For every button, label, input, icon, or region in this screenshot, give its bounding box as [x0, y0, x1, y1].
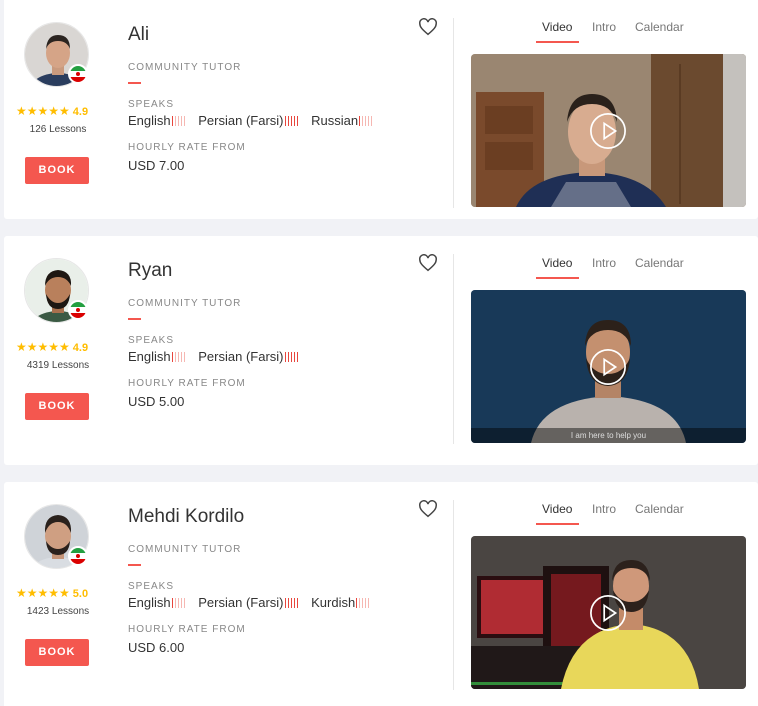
- divider: [453, 500, 454, 690]
- language-item: English: [128, 595, 187, 610]
- video-thumbnail[interactable]: [471, 54, 746, 207]
- video-thumbnail[interactable]: [471, 536, 746, 689]
- iran-flag-icon: [68, 64, 88, 84]
- active-tab-indicator: [536, 277, 579, 279]
- language-level-icon: [284, 596, 300, 608]
- rating: ★★★★★ 4.9: [16, 340, 100, 354]
- speaks-label: SPEAKS: [128, 335, 175, 346]
- language-item: English: [128, 349, 187, 364]
- play-icon: [590, 595, 626, 631]
- divider: [453, 18, 454, 208]
- language-name: Persian (Farsi): [198, 595, 284, 610]
- languages-list: English Persian (Farsi) Russian: [128, 113, 382, 128]
- language-level-icon: [284, 114, 300, 126]
- active-tab-indicator: [536, 41, 579, 43]
- language-item: English: [128, 113, 187, 128]
- iran-flag-icon: [68, 300, 88, 320]
- divider: [453, 254, 454, 444]
- lessons-count: 1423 Lessons: [26, 606, 90, 617]
- hourly-rate-label: HOURLY RATE FROM: [128, 624, 246, 635]
- language-item: Persian (Farsi): [198, 349, 299, 364]
- language-name: Persian (Farsi): [198, 349, 284, 364]
- rating-value: 4.9: [72, 342, 89, 354]
- heart-icon[interactable]: [418, 254, 438, 272]
- play-icon: [590, 349, 626, 385]
- language-level-icon: [359, 114, 374, 126]
- rating: ★★★★★ 5.0: [16, 586, 100, 600]
- rating-value: 5.0: [72, 588, 89, 600]
- tab-video[interactable]: Video: [542, 502, 572, 516]
- lessons-count: 126 Lessons: [29, 124, 87, 135]
- language-level-icon: [356, 596, 371, 608]
- rating-value: 4.9: [72, 106, 89, 118]
- book-button[interactable]: BOOK: [25, 393, 89, 420]
- hourly-rate: USD 5.00: [128, 394, 185, 409]
- language-name: English: [128, 595, 171, 610]
- hourly-rate: USD 6.00: [128, 640, 185, 655]
- languages-list: English Persian (Farsi): [128, 349, 308, 364]
- tab-calendar[interactable]: Calendar: [635, 502, 684, 516]
- tutor-role: COMMUNITY TUTOR: [128, 62, 242, 73]
- language-name: English: [128, 113, 171, 128]
- tutor-card: ★★★★★ 5.0 1423 Lessons BOOK Mehdi Kordilo…: [4, 482, 758, 706]
- video-caption: I am here to help you: [471, 428, 746, 443]
- star-rating-icons: ★★★★★: [16, 340, 70, 354]
- star-rating-icons: ★★★★★: [16, 104, 70, 118]
- iran-flag-icon: [68, 546, 88, 566]
- rating: ★★★★★ 4.9: [16, 104, 100, 118]
- language-level-icon: [171, 114, 187, 126]
- tab-calendar[interactable]: Calendar: [635, 256, 684, 270]
- book-button[interactable]: BOOK: [25, 157, 89, 184]
- book-button[interactable]: BOOK: [25, 639, 89, 666]
- language-item: Persian (Farsi): [198, 595, 299, 610]
- language-level-icon: [171, 350, 187, 362]
- language-item: Kurdish: [311, 595, 371, 610]
- tutor-name[interactable]: Ryan: [128, 260, 172, 282]
- heart-icon[interactable]: [418, 500, 438, 518]
- tab-calendar[interactable]: Calendar: [635, 20, 684, 34]
- tab-intro[interactable]: Intro: [592, 256, 616, 270]
- language-name: Kurdish: [311, 595, 356, 610]
- tab-intro[interactable]: Intro: [592, 20, 616, 34]
- tutor-name[interactable]: Mehdi Kordilo: [128, 506, 244, 528]
- language-item: Russian: [311, 113, 374, 128]
- language-item: Persian (Farsi): [198, 113, 299, 128]
- tutor-role: COMMUNITY TUTOR: [128, 298, 242, 309]
- tutor-card: ★★★★★ 4.9 4319 Lessons BOOK Ryan COMMUNIT…: [4, 236, 758, 465]
- languages-list: English Persian (Farsi) Kurdish: [128, 595, 379, 610]
- language-name: English: [128, 349, 171, 364]
- language-level-icon: [284, 350, 300, 362]
- hourly-rate-label: HOURLY RATE FROM: [128, 378, 246, 389]
- hourly-rate-label: HOURLY RATE FROM: [128, 142, 246, 153]
- speaks-label: SPEAKS: [128, 99, 175, 110]
- language-level-icon: [171, 596, 187, 608]
- hourly-rate: USD 7.00: [128, 158, 185, 173]
- heart-icon[interactable]: [418, 18, 438, 36]
- active-tab-indicator: [536, 523, 579, 525]
- role-divider: [128, 564, 141, 566]
- lessons-count: 4319 Lessons: [26, 360, 90, 371]
- tutor-card: ★★★★★ 4.9 126 Lessons BOOK Ali COMMUNITY …: [4, 0, 758, 219]
- language-name: Persian (Farsi): [198, 113, 284, 128]
- speaks-label: SPEAKS: [128, 581, 175, 592]
- tab-intro[interactable]: Intro: [592, 502, 616, 516]
- role-divider: [128, 318, 141, 320]
- tab-video[interactable]: Video: [542, 20, 572, 34]
- video-thumbnail[interactable]: I am here to help you: [471, 290, 746, 443]
- star-rating-icons: ★★★★★: [16, 586, 70, 600]
- tutor-name[interactable]: Ali: [128, 24, 149, 46]
- language-name: Russian: [311, 113, 359, 128]
- role-divider: [128, 82, 141, 84]
- tutor-role: COMMUNITY TUTOR: [128, 544, 242, 555]
- play-icon: [590, 113, 626, 149]
- tab-video[interactable]: Video: [542, 256, 572, 270]
